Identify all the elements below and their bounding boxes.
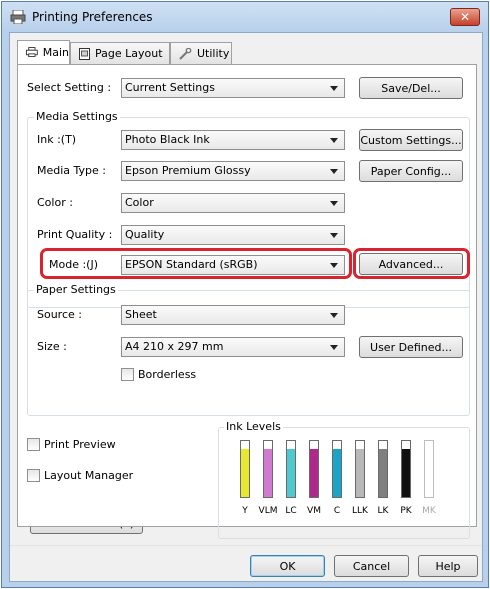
ink-fill-y <box>241 449 249 497</box>
color-value: Color <box>125 196 154 209</box>
ink-label-pk: PK <box>400 506 412 516</box>
size-label: Size : <box>37 340 67 353</box>
ink-fill-llk <box>356 449 364 497</box>
page-icon <box>79 47 90 60</box>
ink-label: Ink :(T) <box>37 133 77 146</box>
printer-icon <box>26 47 38 58</box>
ink-bar-c <box>332 440 342 498</box>
chevron-down-icon <box>330 138 338 143</box>
ink-fill-pk <box>402 449 410 497</box>
select-setting-value: Current Settings <box>125 81 215 94</box>
print-preview-checkbox[interactable] <box>27 438 40 451</box>
ink-bar-mk <box>424 440 434 498</box>
ok-button[interactable]: OK <box>250 555 325 577</box>
ink-fill-vlm <box>264 449 272 497</box>
media-type-dropdown[interactable]: Epson Premium Glossy <box>121 161 345 181</box>
ink-fill-vm <box>310 449 318 497</box>
paper-config-button[interactable]: Paper Config... <box>359 160 463 182</box>
ink-label-vlm: VLM <box>258 506 278 516</box>
title-bar[interactable]: Printing Preferences ✕ <box>2 2 488 32</box>
ink-dropdown[interactable]: Photo Black Ink <box>121 130 345 150</box>
color-dropdown[interactable]: Color <box>121 193 345 213</box>
source-value: Sheet <box>125 308 157 321</box>
ink-bar-lc <box>286 440 296 498</box>
window-title: Printing Preferences <box>32 10 153 24</box>
save-del-button[interactable]: Save/Del... <box>359 77 463 99</box>
borderless-checkbox[interactable] <box>121 368 134 381</box>
layout-manager-checkbox[interactable] <box>27 469 40 482</box>
chevron-down-icon <box>330 169 338 174</box>
dialog-client-area: Main Page Layout Utility Select Setting … <box>9 32 483 582</box>
layout-manager-label: Layout Manager <box>44 469 134 482</box>
ink-bar-lk <box>378 440 388 498</box>
chevron-down-icon <box>330 233 338 238</box>
media-type-label: Media Type : <box>37 164 107 177</box>
color-label: Color : <box>37 196 73 209</box>
print-quality-label: Print Quality : <box>37 228 113 241</box>
tab-utility-label: Utility <box>197 47 230 60</box>
chevron-down-icon <box>330 345 338 350</box>
help-button[interactable]: Help <box>418 555 478 577</box>
ink-fill-lc <box>287 449 295 497</box>
wrench-icon <box>179 47 192 60</box>
ink-levels-title: Ink Levels <box>224 420 283 433</box>
ink-bar-vlm <box>263 440 273 498</box>
ink-bar-vm <box>309 440 319 498</box>
ink-label-c: C <box>333 506 341 516</box>
ink-label-y: Y <box>242 506 248 516</box>
print-quality-dropdown[interactable]: Quality <box>121 225 345 245</box>
close-button[interactable]: ✕ <box>450 8 480 26</box>
printing-preferences-window: Printing Preferences ✕ Main Page Layout <box>1 1 489 588</box>
ink-label-mk: MK <box>422 506 436 516</box>
cancel-button[interactable]: Cancel <box>334 555 409 577</box>
borderless-label: Borderless <box>138 368 197 381</box>
ink-bar-pk <box>401 440 411 498</box>
print-preview-label: Print Preview <box>44 438 116 451</box>
source-label: Source : <box>37 308 82 321</box>
ink-fill-c <box>333 449 341 497</box>
chevron-down-icon <box>330 86 338 91</box>
mode-label: Mode :(J) <box>49 258 99 271</box>
ink-bar-llk <box>355 440 365 498</box>
tab-main[interactable]: Main <box>17 40 70 64</box>
ink-value: Photo Black Ink <box>125 133 210 146</box>
ink-fill-lk <box>379 449 387 497</box>
ink-label-llk: LLK <box>352 506 368 516</box>
source-dropdown[interactable]: Sheet <box>121 305 345 325</box>
mode-value: EPSON Standard (sRGB) <box>125 258 258 271</box>
select-setting-dropdown[interactable]: Current Settings <box>121 78 345 98</box>
ink-bar-y <box>240 440 250 498</box>
footer-separator <box>10 545 482 546</box>
ink-label-vm: VM <box>307 506 321 516</box>
chevron-down-icon <box>330 263 338 268</box>
main-tab-panel: Select Setting : Current Settings Save/D… <box>17 64 477 539</box>
close-icon: ✕ <box>459 10 471 24</box>
paper-settings-title: Paper Settings <box>34 283 118 296</box>
size-value: A4 210 x 297 mm <box>125 340 224 353</box>
chevron-down-icon <box>330 201 338 206</box>
advanced-button[interactable]: Advanced... <box>359 253 463 275</box>
ink-label-lc: LC <box>285 506 297 516</box>
tab-main-label: Main <box>42 46 69 59</box>
media-type-value: Epson Premium Glossy <box>125 164 251 177</box>
tab-page-layout[interactable]: Page Layout <box>70 42 170 64</box>
chevron-down-icon <box>330 313 338 318</box>
tab-page-layout-label: Page Layout <box>95 47 163 60</box>
print-quality-value: Quality <box>125 228 165 241</box>
size-dropdown[interactable]: A4 210 x 297 mm <box>121 337 345 357</box>
mode-dropdown[interactable]: EPSON Standard (sRGB) <box>121 255 345 275</box>
tab-utility[interactable]: Utility <box>170 42 232 64</box>
printer-icon <box>10 10 26 24</box>
select-setting-label: Select Setting : <box>27 81 112 94</box>
user-defined-button[interactable]: User Defined... <box>359 336 463 358</box>
media-settings-title: Media Settings <box>34 110 120 123</box>
custom-settings-button[interactable]: Custom Settings... <box>359 129 463 151</box>
ink-label-lk: LK <box>377 506 389 516</box>
